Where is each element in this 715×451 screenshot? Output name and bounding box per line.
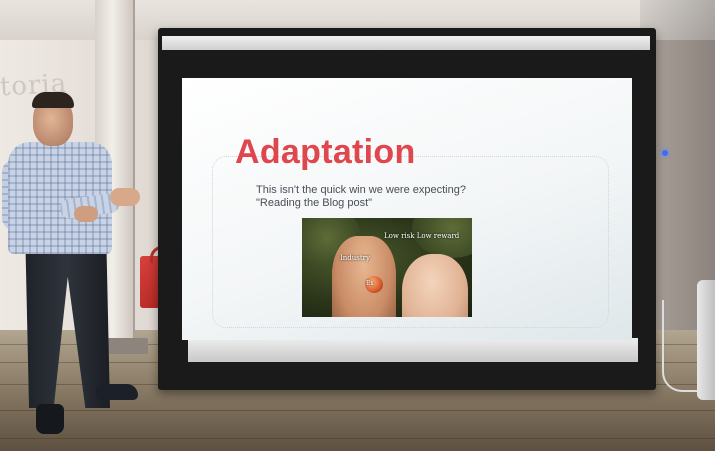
presenter-left-hand [74, 206, 98, 222]
painting-figure-adam [332, 236, 396, 317]
painting-label-apple: Ex [366, 280, 374, 287]
right-edge-object [697, 280, 715, 400]
presenter-hair [32, 92, 74, 108]
slide-painting-image: Low risk Low reward Industry Ex [302, 218, 472, 317]
smartboard-tray [188, 338, 638, 362]
slide-subtitle-line2: "Reading the Blog post" [256, 197, 373, 209]
presenter-right-shoe [96, 384, 138, 400]
power-led-icon [662, 150, 668, 156]
presenter-right-hand [110, 188, 140, 206]
photo-scene: toria Adaptation This isn't the quick wi… [0, 0, 715, 451]
presenter-trousers [25, 248, 110, 408]
projected-slide: Adaptation This isn't the quick win we w… [182, 78, 632, 340]
slide-subtitle-line1: This isn't the quick win we were expecti… [256, 184, 466, 196]
painting-label-left: Industry [340, 254, 370, 262]
presenter [0, 0, 160, 451]
painting-label-top: Low risk Low reward [384, 232, 460, 240]
slide-title: Adaptation [235, 133, 416, 171]
painting-figure-eve [402, 254, 468, 317]
smartboard-top-bar [162, 36, 650, 50]
presenter-left-shoe [36, 404, 64, 434]
